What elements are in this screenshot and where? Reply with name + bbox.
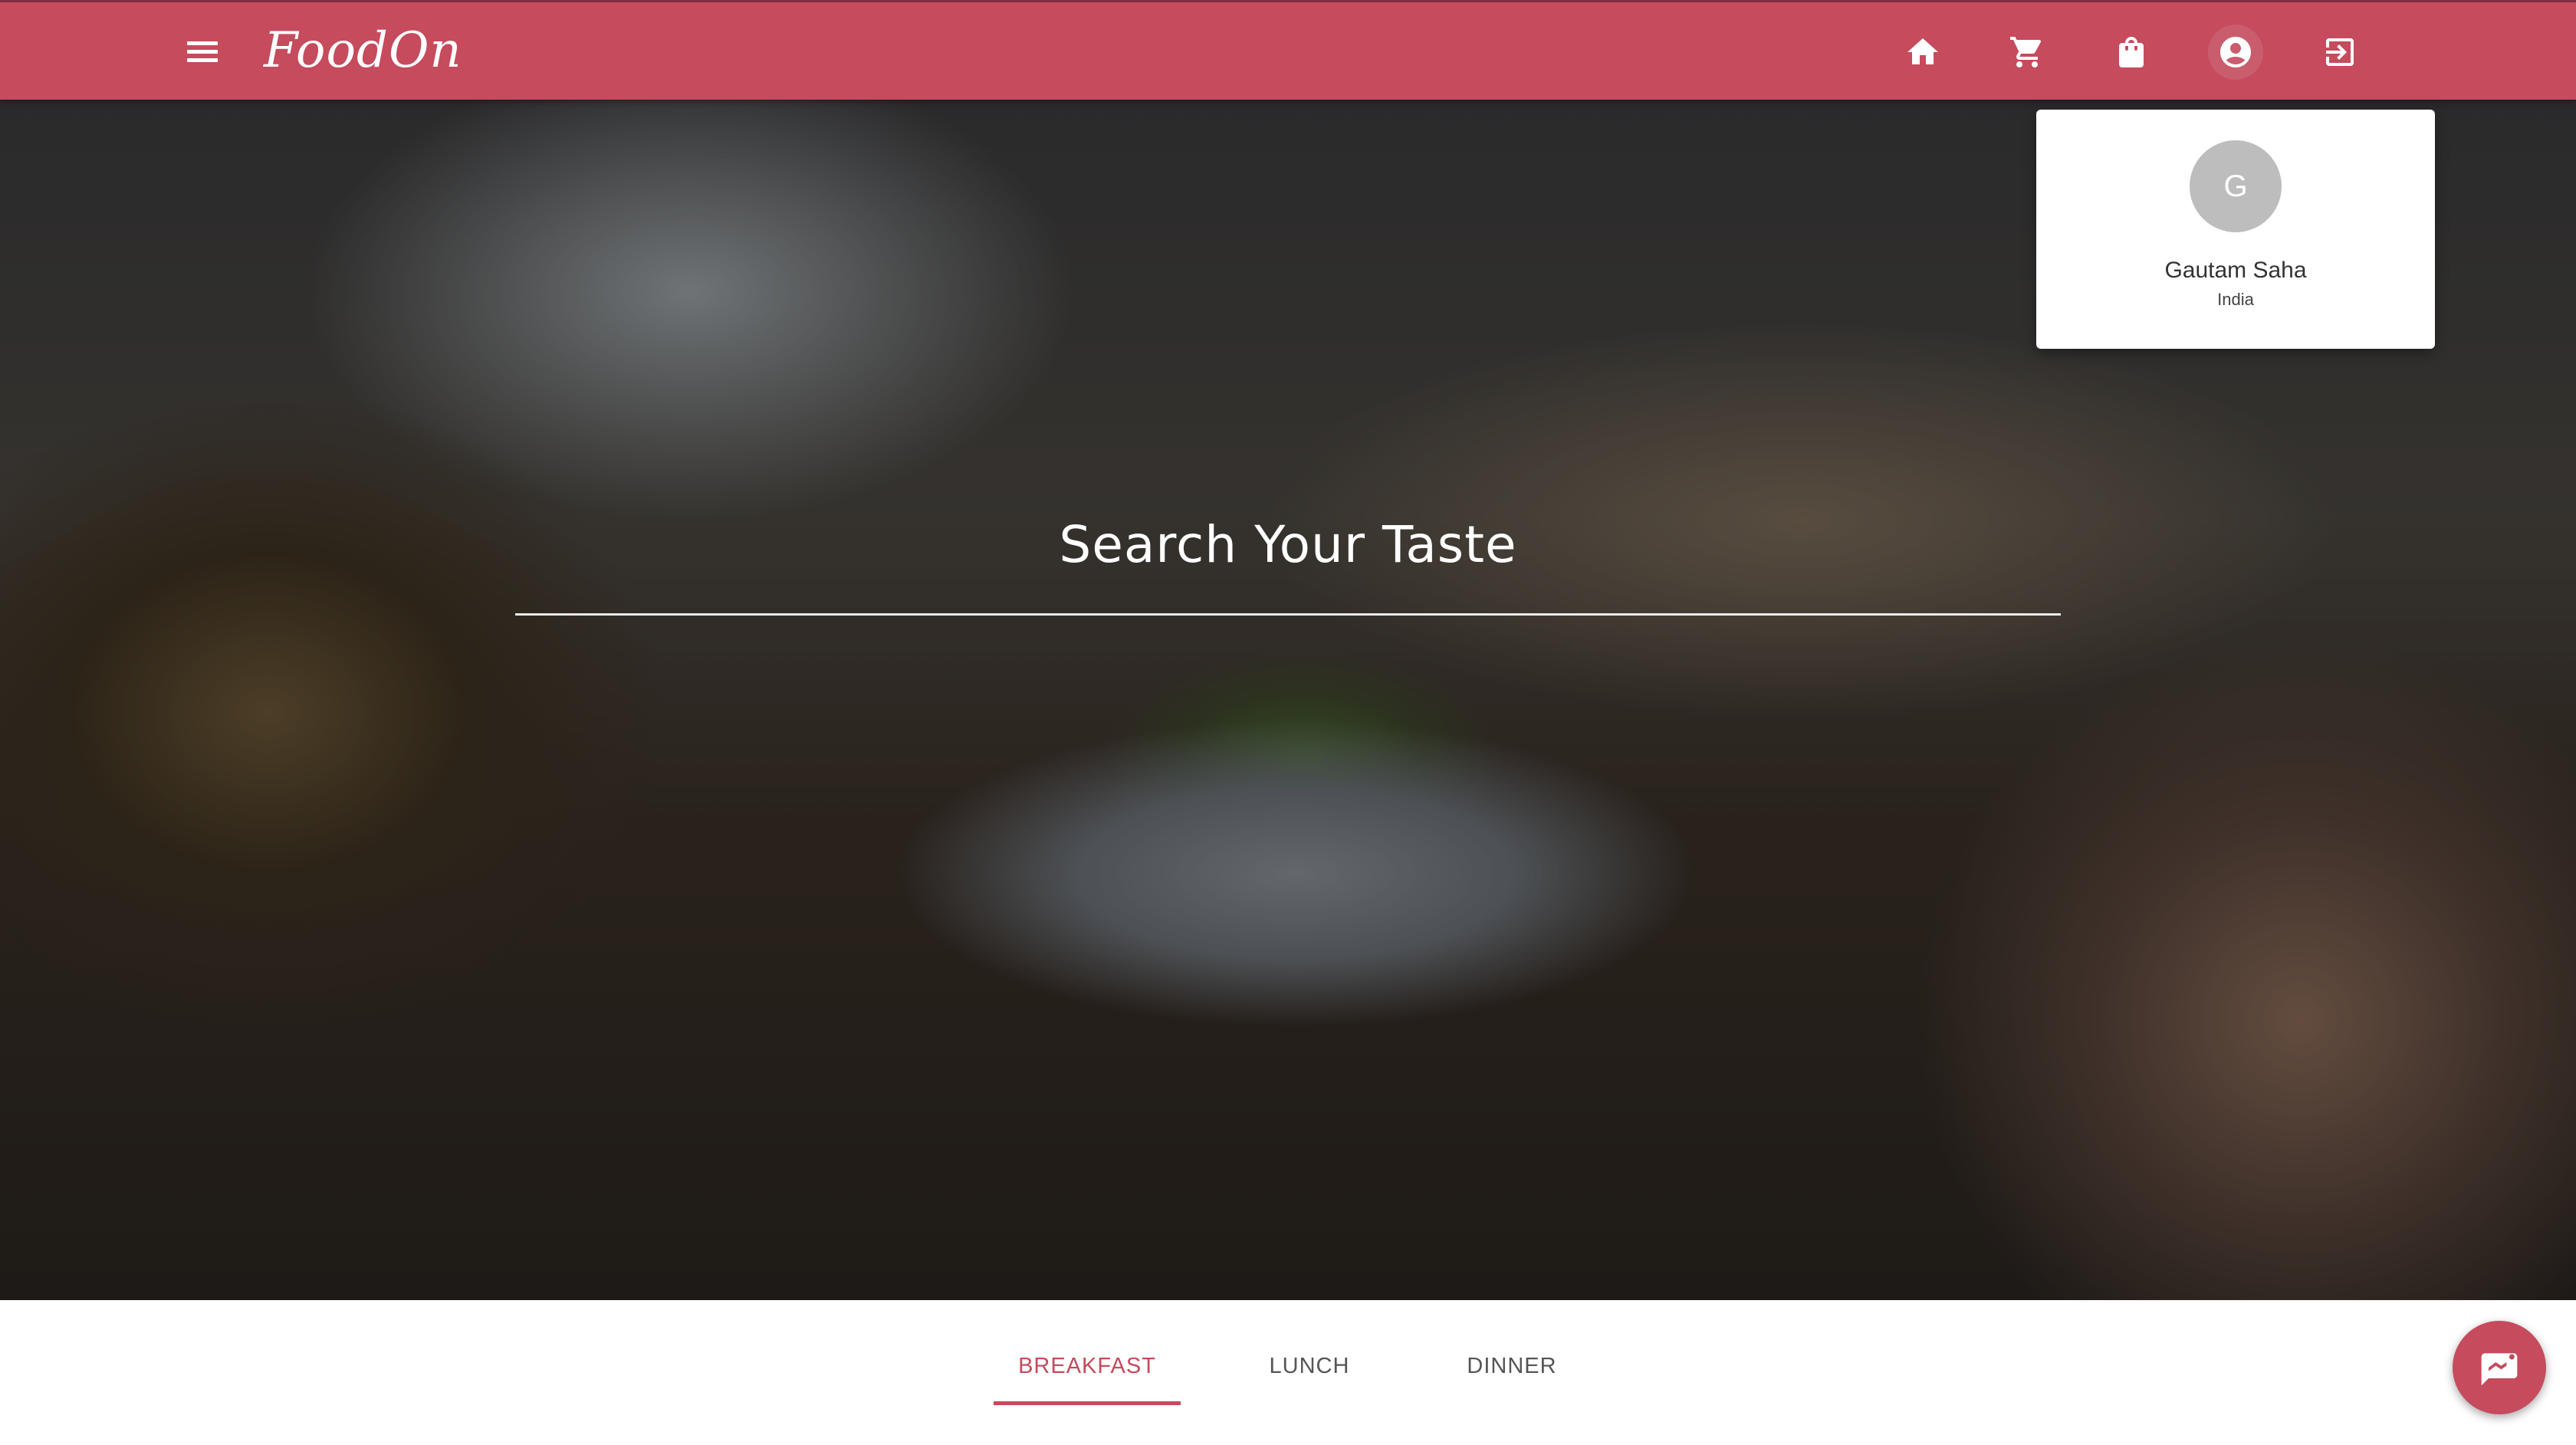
chat-icon [2481,1353,2518,1386]
profile-country: India [2217,290,2254,309]
cart-icon[interactable] [1999,25,2055,80]
tab-breakfast[interactable]: BREAKFAST [994,1351,1181,1403]
profile-popup: G Gautam Saha India [2036,110,2435,349]
account-circle-icon[interactable] [2208,25,2263,80]
search-input[interactable] [515,498,2061,613]
tab-lunch[interactable]: LUNCH [1242,1351,1377,1403]
top-app-bar: FoodOn [0,0,2576,100]
tab-dinner[interactable]: DINNER [1443,1351,1581,1403]
chat-fab-button[interactable] [2453,1321,2546,1414]
search-underline [515,613,2061,616]
brand-logo[interactable]: FoodOn [264,16,462,85]
meal-tabs: BREAKFAST LUNCH DINNER [0,1300,2576,1445]
logout-icon[interactable] [2312,25,2367,80]
avatar[interactable]: G [2190,140,2282,232]
home-icon[interactable] [1895,25,1950,80]
profile-name: Gautam Saha [2164,258,2307,283]
tab-active-indicator [994,1401,1181,1405]
shopping-bag-icon[interactable] [2104,25,2159,80]
menu-icon[interactable] [182,31,222,71]
